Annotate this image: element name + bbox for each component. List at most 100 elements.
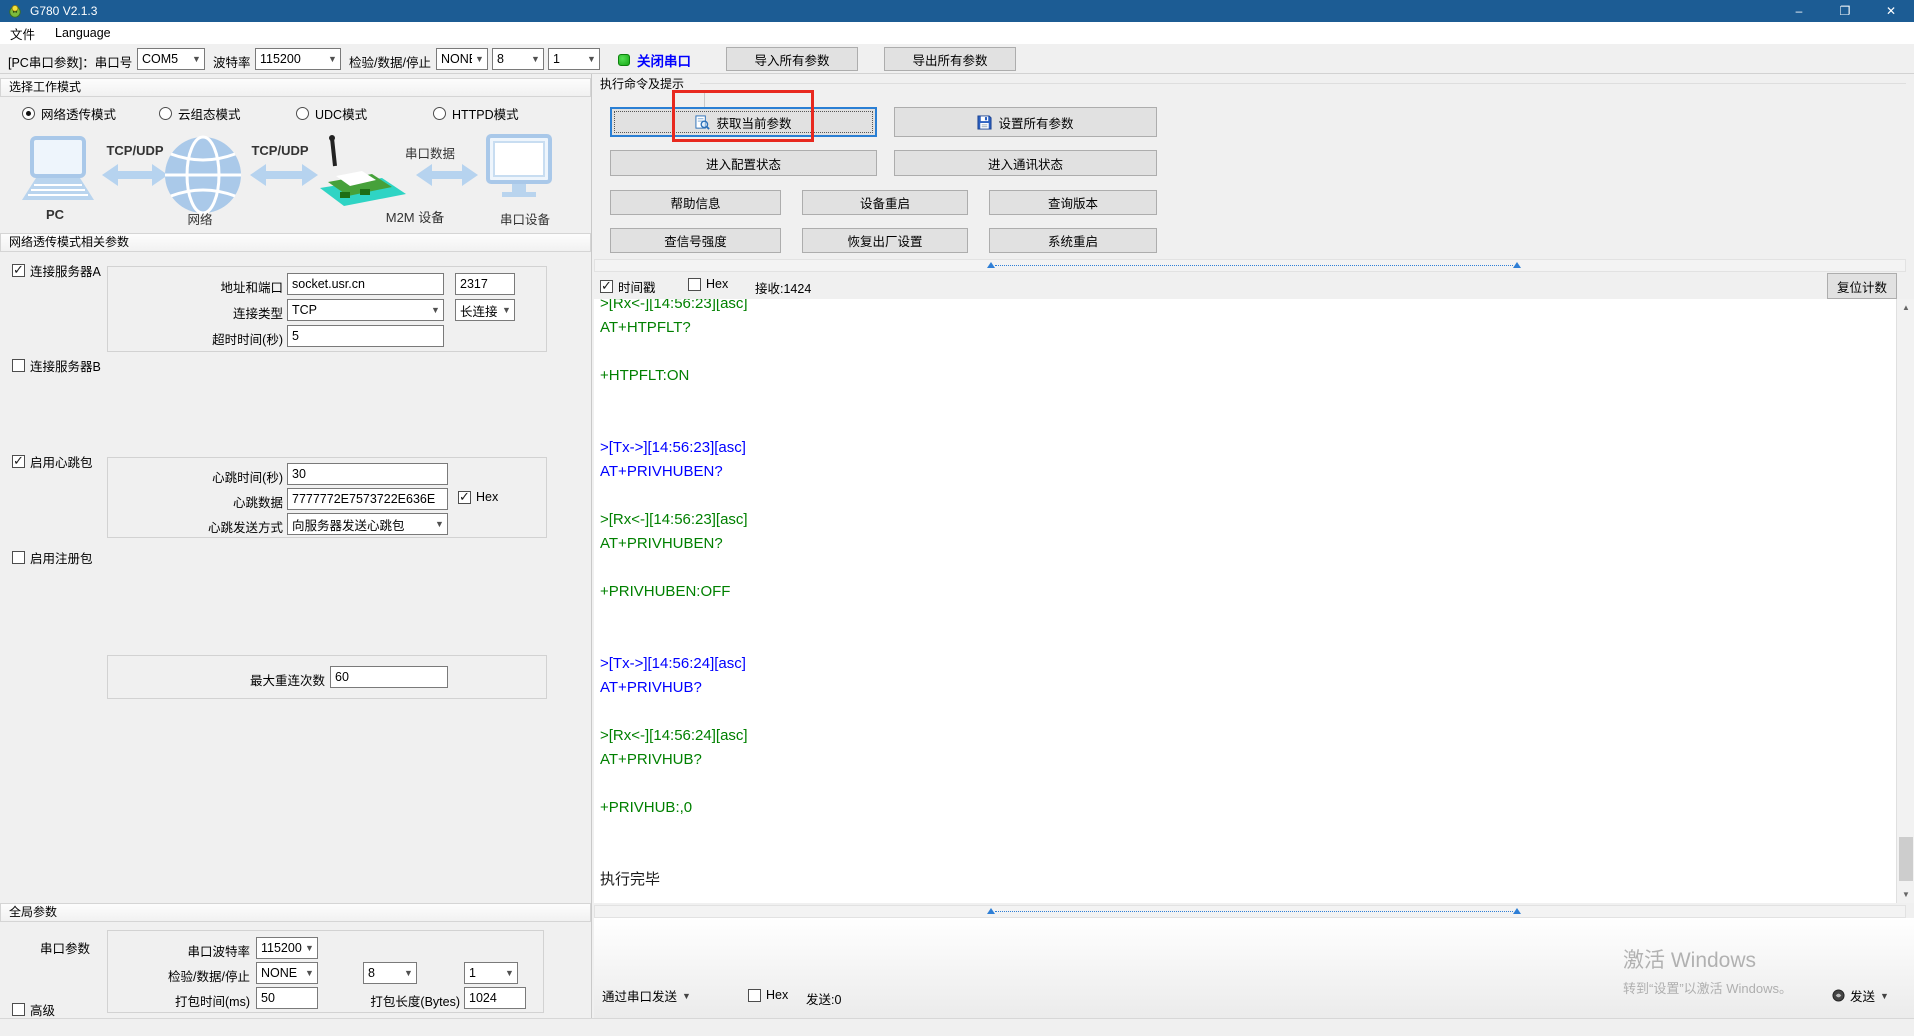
- scrollbar-thumb[interactable]: [987, 908, 1521, 914]
- pc-icon: [22, 136, 94, 200]
- conn-type-select[interactable]: TCP ▼: [287, 299, 444, 321]
- save-icon: [977, 114, 993, 130]
- heartbeat-mode-select[interactable]: 向服务器发送心跳包 ▼: [287, 513, 448, 535]
- global-parity-select[interactable]: NONE ▼: [256, 962, 318, 984]
- close-button[interactable]: ✕: [1868, 0, 1914, 22]
- arrow-icon: [102, 164, 168, 186]
- export-params-button[interactable]: 导出所有参数: [884, 47, 1016, 71]
- log-line: +PRIVHUB:,0: [600, 799, 693, 816]
- cmd-panel-title: 执行命令及提示: [600, 77, 685, 91]
- timestamp-checkbox[interactable]: 时间戳: [600, 277, 656, 296]
- server-port-input[interactable]: 2317: [455, 273, 515, 295]
- send-hex-checkbox[interactable]: Hex: [748, 988, 788, 1002]
- baud-label: 波特率: [213, 56, 251, 70]
- global-stopbits-select[interactable]: 1 ▼: [464, 962, 518, 984]
- enter-config-button[interactable]: 进入配置状态: [610, 150, 877, 176]
- baud-select[interactable]: 115200 ▼: [255, 48, 341, 70]
- scroll-down-icon[interactable]: ▼: [1897, 886, 1914, 903]
- get-params-button[interactable]: 获取当前参数: [610, 107, 877, 137]
- log-output[interactable]: >[Rx<-][14:56:23][asc] AT+HTPFLT? +HTPFL…: [594, 299, 1896, 903]
- com-port-select[interactable]: COM5 ▼: [137, 48, 205, 70]
- timeout-input[interactable]: 5: [287, 325, 444, 347]
- network-label: 网络: [187, 213, 213, 227]
- send-count: 发送:0: [806, 993, 842, 1007]
- signal-strength-button[interactable]: 查信号强度: [610, 228, 781, 253]
- parity-select[interactable]: NONE▼: [436, 48, 488, 70]
- mode-radio[interactable]: UDC模式: [296, 104, 433, 123]
- horizontal-scrollbar[interactable]: [594, 259, 1906, 272]
- stopbits-select[interactable]: 1 ▼: [548, 48, 600, 70]
- conn-type-label: 连接类型: [232, 307, 283, 321]
- send-icon: [1832, 989, 1845, 1002]
- heartbeat-data-label: 心跳数据: [232, 496, 283, 510]
- heartbeat-checkbox[interactable]: 启用心跳包: [12, 452, 93, 471]
- heartbeat-time-label: 心跳时间(秒): [212, 471, 283, 485]
- checkbox-icon: [458, 489, 471, 505]
- reconnect-input[interactable]: 60: [330, 666, 448, 688]
- databits-select[interactable]: 8 ▼: [492, 48, 544, 70]
- parity-label: 检验/数据/停止: [349, 56, 431, 70]
- heartbeat-data-input[interactable]: 7777772E7573722E636E: [287, 488, 448, 510]
- global-panel-header: 全局参数: [0, 903, 591, 922]
- heartbeat-hex-checkbox[interactable]: Hex: [458, 489, 498, 505]
- vertical-scrollbar[interactable]: ▲ ▼: [1896, 299, 1914, 903]
- register-checkbox[interactable]: 启用注册包: [12, 548, 93, 567]
- device-restart-button[interactable]: 设备重启: [802, 190, 968, 215]
- query-version-button[interactable]: 查询版本: [989, 190, 1157, 215]
- mode-label: 网络透传模式: [41, 108, 117, 122]
- packtime-input[interactable]: 50: [256, 987, 318, 1009]
- set-params-button[interactable]: 设置所有参数: [894, 107, 1157, 137]
- timeout-label: 超时时间(秒): [212, 333, 283, 347]
- log-line: >[Rx<-][14:56:23][asc]: [600, 299, 748, 312]
- keepalive-select[interactable]: 长连接 ▼: [455, 299, 515, 321]
- activate-windows-watermark: 激活 Windows 转到“设置”以激活 Windows。: [1623, 949, 1793, 996]
- reconnect-label: 最大重连次数: [249, 674, 325, 688]
- import-params-button[interactable]: 导入所有参数: [726, 47, 858, 71]
- recv-count: 接收:1424: [755, 282, 812, 296]
- server-addr-input[interactable]: socket.usr.cn: [287, 273, 444, 295]
- server-a-checkbox[interactable]: 连接服务器A: [12, 261, 101, 280]
- window-bottom-edge: [0, 1018, 1914, 1036]
- heartbeat-time-input[interactable]: 30: [287, 463, 448, 485]
- mode-radio-group: 网络透传模式 云组态模式 UDC模式 HTTPD模式: [22, 104, 570, 123]
- reset-count-button[interactable]: 复位计数: [1827, 273, 1897, 299]
- recv-hex-checkbox[interactable]: Hex: [688, 277, 728, 291]
- global-databits-select[interactable]: 8 ▼: [363, 962, 417, 984]
- serial-toolbar: [PC串口参数]：串口号 COM5 ▼ 波特率 115200 ▼ 检验/数据/停止 …: [0, 44, 1914, 114]
- mode-radio[interactable]: 网络透传模式: [22, 104, 159, 123]
- checkbox-icon: [748, 988, 761, 1002]
- scrollbar-thumb[interactable]: [987, 262, 1521, 268]
- scroll-up-icon[interactable]: ▲: [1897, 299, 1914, 316]
- factory-reset-button[interactable]: 恢复出厂设置: [802, 228, 968, 253]
- packlen-input[interactable]: 1024: [464, 987, 526, 1009]
- log-lines: >[Rx<-][14:56:23][asc] AT+HTPFLT? +HTPFL…: [594, 299, 1896, 892]
- chevron-down-icon: ▼: [587, 54, 596, 64]
- menu-file[interactable]: 文件: [0, 22, 45, 44]
- horizontal-scrollbar-bottom[interactable]: [594, 905, 1906, 918]
- chevron-down-icon: ▼: [682, 990, 691, 1001]
- close-port-button[interactable]: 关闭串口: [618, 50, 691, 70]
- mode-radio[interactable]: 云组态模式: [159, 104, 296, 123]
- chevron-down-icon: ▼: [404, 968, 413, 978]
- mode-radio[interactable]: HTTPD模式: [433, 104, 570, 123]
- scrollbar-thumb[interactable]: [1899, 837, 1913, 881]
- global-baud-select[interactable]: 115200 ▼: [256, 937, 318, 959]
- maximize-button[interactable]: ❐: [1822, 0, 1868, 22]
- minimize-button[interactable]: –: [1776, 0, 1822, 22]
- enter-comm-button[interactable]: 进入通讯状态: [894, 150, 1157, 176]
- send-via-serial-dropdown[interactable]: 通过串口发送 ▼: [602, 986, 691, 1005]
- send-button[interactable]: 发送 ▼: [1832, 986, 1889, 1005]
- title-bar[interactable]: G780 V2.1.3 – ❐ ✕: [0, 0, 1914, 22]
- help-button[interactable]: 帮助信息: [610, 190, 781, 215]
- log-line: AT+HTPFLT?: [600, 319, 691, 336]
- system-restart-button[interactable]: 系统重启: [989, 228, 1157, 253]
- net-panel-header: 网络透传模式相关参数: [0, 233, 591, 252]
- server-b-checkbox[interactable]: 连接服务器B: [12, 356, 101, 375]
- menu-language[interactable]: Language: [45, 22, 121, 44]
- advanced-checkbox[interactable]: 高级: [12, 1000, 55, 1019]
